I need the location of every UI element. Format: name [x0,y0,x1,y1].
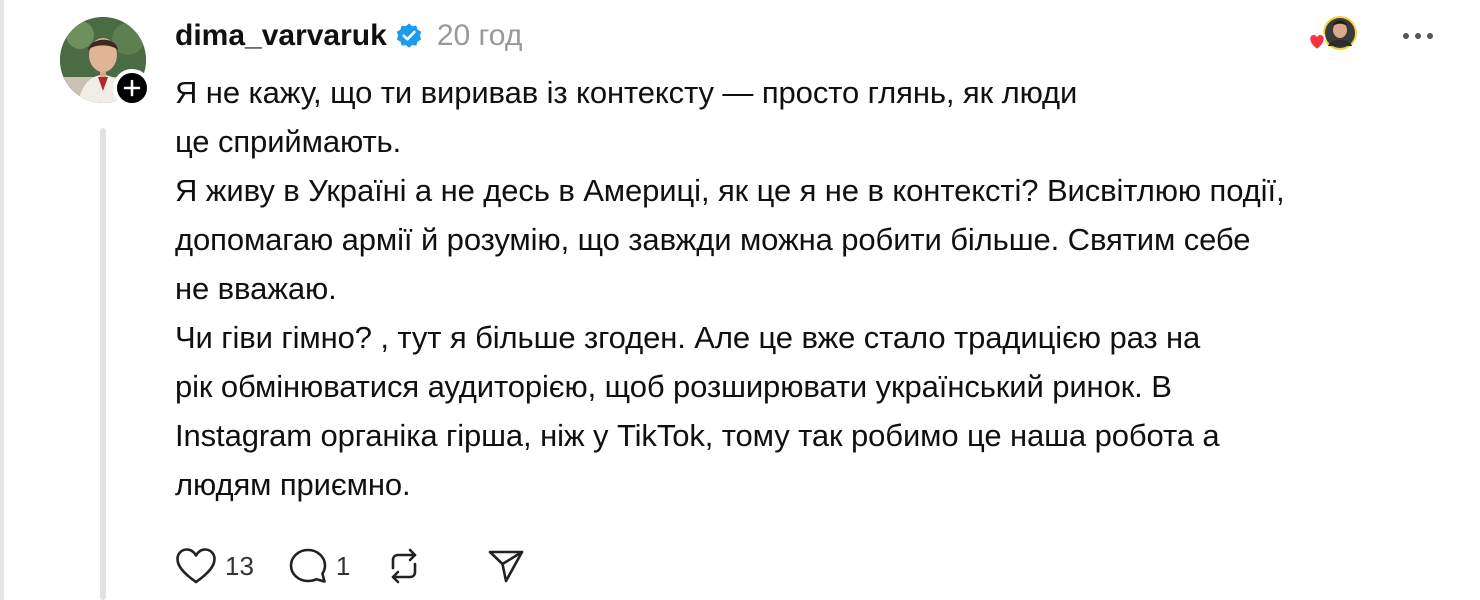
reply-count: 1 [335,550,351,581]
share-button[interactable] [486,547,526,585]
post-text-line: рік обмінюватися аудиторією, щоб розширю… [175,369,1172,404]
plus-icon [123,79,141,97]
comment-icon [289,548,327,583]
like-count: 13 [225,550,254,581]
follow-button[interactable] [113,69,151,107]
post-text: Я не кажу, що ти виривав із контексту — … [175,68,1445,509]
post-text-line: допомагаю армії й розумію, що завжди мож… [175,222,1251,257]
verified-badge-icon [395,22,423,50]
post-text-line: це сприймають. [175,124,402,159]
username[interactable]: dima_varvaruk [175,19,387,53]
heart-badge-icon [1308,32,1326,52]
post-text-line: людям приємно. [175,467,411,502]
post-text-line: Я не кажу, що ти виривав із контексту — … [175,75,1078,110]
send-icon [489,550,524,583]
thread-line [100,128,106,600]
like-button[interactable]: 13 [175,547,254,585]
post-actions: 13 1 [175,543,560,589]
post-text-line: не вважаю. [175,271,337,306]
thread-post: dima_varvaruk 20 год Я не кажу, що ти ви… [0,0,1480,600]
post-header: dima_varvaruk 20 год [175,14,522,58]
post-text-line: Instagram органіка гірша, ніж у TikTok, … [175,418,1220,453]
heart-icon [176,548,216,584]
post-text-line: Я живу в Україні а не десь в Америці, як… [175,173,1285,208]
post-text-line: Чи гіви гімно? , тут я більше згоден. Ал… [175,320,1201,355]
repost-button[interactable] [384,547,424,585]
more-options-button[interactable] [1396,18,1440,54]
timestamp[interactable]: 20 год [437,19,523,53]
more-icon [1403,33,1433,39]
liked-by-author-indicator [1304,14,1362,58]
repost-icon [392,548,417,584]
reply-button[interactable]: 1 [288,547,350,585]
